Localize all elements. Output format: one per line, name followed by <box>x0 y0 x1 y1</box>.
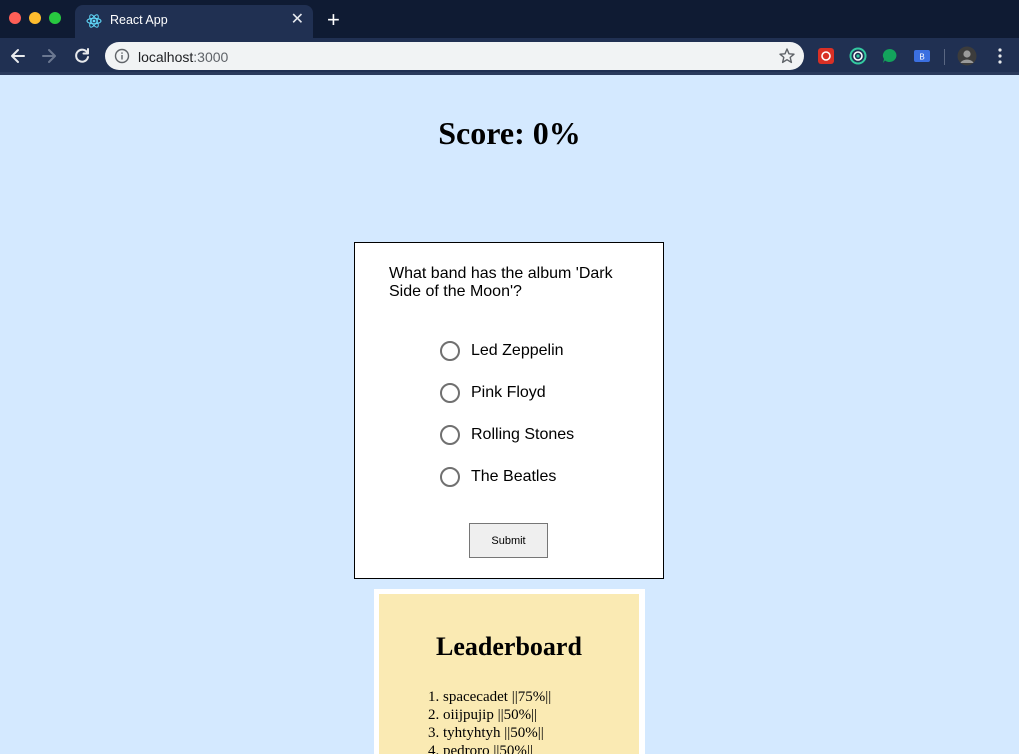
close-tab-icon[interactable]: ✕ <box>291 11 304 29</box>
toolbar-separator <box>944 49 945 65</box>
leaderboard-entry: 2. oiijpujip ||50%|| <box>428 707 538 723</box>
profile-avatar-icon[interactable] <box>957 46 977 66</box>
radio-button[interactable] <box>440 425 460 445</box>
extension-target-icon[interactable] <box>849 47 867 65</box>
extension-badge-icon[interactable]: B <box>913 47 931 65</box>
address-bar[interactable]: localhost:3000 <box>105 42 804 70</box>
answer-label: Led Zeppelin <box>471 342 564 359</box>
leaderboard-title: Leaderboard <box>436 632 582 661</box>
leaderboard-entry: 1. spacecadet ||75%|| <box>428 689 552 705</box>
maximize-window-button[interactable] <box>49 12 61 24</box>
new-tab-button[interactable]: + <box>327 9 340 31</box>
answer-label: Pink Floyd <box>471 384 546 401</box>
answer-label: Rolling Stones <box>471 426 575 443</box>
leaderboard-frame: Leaderboard 1. spacecadet ||75%|| 2. oii… <box>374 589 645 754</box>
menu-icon[interactable] <box>993 47 1007 65</box>
toolbar-divider <box>0 72 1019 75</box>
radio-button[interactable] <box>440 467 460 487</box>
forward-icon[interactable] <box>38 45 60 67</box>
leaderboard-panel: Leaderboard 1. spacecadet ||75%|| 2. oii… <box>379 594 639 754</box>
question-text: What band has the album 'Dark Side of th… <box>389 265 613 300</box>
minimize-window-button[interactable] <box>29 12 41 24</box>
browser-toolbar: localhost:3000 B <box>0 38 1019 74</box>
svg-text:B: B <box>919 53 924 62</box>
extension-chat-icon[interactable] <box>881 47 899 65</box>
leaderboard-entry: 4. pedroro ||50%|| <box>428 743 533 754</box>
quiz-card: What band has the album 'Dark Side of th… <box>354 242 664 579</box>
extension-red-icon[interactable] <box>817 47 835 65</box>
browser-tab[interactable]: React App ✕ <box>75 5 313 38</box>
bookmark-star-icon[interactable] <box>778 47 796 65</box>
radio-button[interactable] <box>440 383 460 403</box>
radio-button[interactable] <box>440 341 460 361</box>
info-icon[interactable] <box>114 48 130 64</box>
tab-title: React App <box>110 13 168 27</box>
submit-button[interactable]: Submit <box>469 523 548 558</box>
react-favicon-icon <box>86 14 102 28</box>
score-heading: Score: 0% <box>438 115 581 151</box>
close-window-button[interactable] <box>9 12 21 24</box>
url-text: localhost:3000 <box>138 49 229 65</box>
leaderboard-entry: 3. tyhtyhtyh ||50%|| <box>428 725 544 741</box>
reload-icon[interactable] <box>71 45 93 67</box>
browser-tab-bar: React App ✕ + <box>0 0 1019 38</box>
answer-label: The Beatles <box>471 468 557 485</box>
leaderboard-list: 1. spacecadet ||75%|| 2. oiijpujip ||50%… <box>428 688 551 754</box>
back-icon[interactable] <box>7 45 29 67</box>
